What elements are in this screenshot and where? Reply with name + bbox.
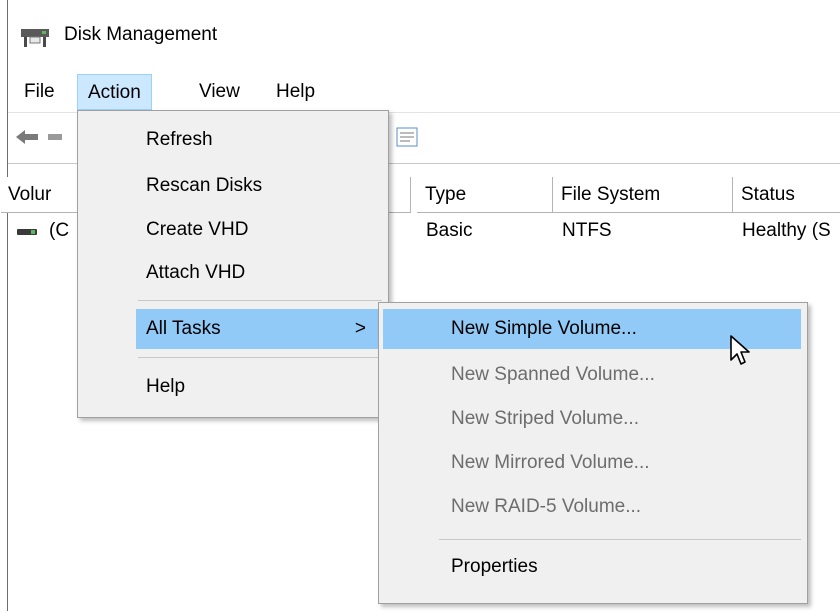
submenu-item-label: New Simple Volume... [451,318,637,339]
submenu-item-new-striped-volume: New Striped Volume... [379,399,805,439]
menu-item-label: All Tasks [146,318,221,339]
submenu-item-label: New Mirrored Volume... [451,452,650,473]
menu-view[interactable]: View [189,74,250,110]
window-title: Disk Management [64,24,218,45]
menu-item-rescan-disks[interactable]: Rescan Disks [78,166,386,206]
submenu-item-new-mirrored-volume: New Mirrored Volume... [379,443,805,483]
menu-item-label: Attach VHD [146,262,246,283]
menu-action[interactable]: Action [77,74,152,110]
action-menu: Refresh Rescan Disks Create VHD Attach V… [77,110,389,418]
submenu-item-label: Properties [451,556,538,577]
menu-item-attach-vhd[interactable]: Attach VHD [78,253,386,293]
menu-item-label: Refresh [146,129,213,150]
menu-bar: File Action View Help [8,74,840,110]
title-bar: Disk Management [8,0,840,80]
menu-item-refresh[interactable]: Refresh [78,120,386,160]
disk-icon [17,229,37,235]
forward-arrow-icon[interactable] [46,127,64,147]
menu-separator [138,300,382,301]
submenu-item-label: New RAID-5 Volume... [451,496,642,517]
menu-item-label: Help [146,376,186,397]
properties-icon[interactable] [396,127,418,147]
menu-item-create-vhd[interactable]: Create VHD [78,210,386,250]
type-cell: Basic [426,220,473,241]
submenu-item-new-raid5-volume: New RAID-5 Volume... [379,487,805,527]
back-arrow-icon[interactable] [14,127,40,147]
submenu-item-label: New Spanned Volume... [451,364,655,385]
submenu-arrow-icon: > [354,318,366,339]
filesystem-cell: NTFS [562,220,612,241]
menu-item-all-tasks[interactable]: All Tasks > [136,309,382,349]
status-cell: Healthy (S [742,220,831,241]
column-header-file-system[interactable]: File System [553,177,733,213]
submenu-item-label: New Striped Volume... [451,408,639,429]
menu-item-label: Create VHD [146,219,249,240]
disk-management-app-icon [21,29,49,47]
volume-cell: (C [49,220,70,241]
submenu-item-properties[interactable]: Properties [379,547,805,587]
menu-item-help[interactable]: Help [78,367,386,407]
column-header-status[interactable]: Status [733,177,840,213]
menu-item-label: Rescan Disks [146,175,263,196]
column-header-type[interactable]: Type [417,177,553,213]
submenu-separator [439,539,801,540]
menu-help[interactable]: Help [266,74,325,110]
menu-separator [138,357,382,358]
menu-file[interactable]: File [14,74,65,110]
mouse-pointer-icon [730,335,750,365]
